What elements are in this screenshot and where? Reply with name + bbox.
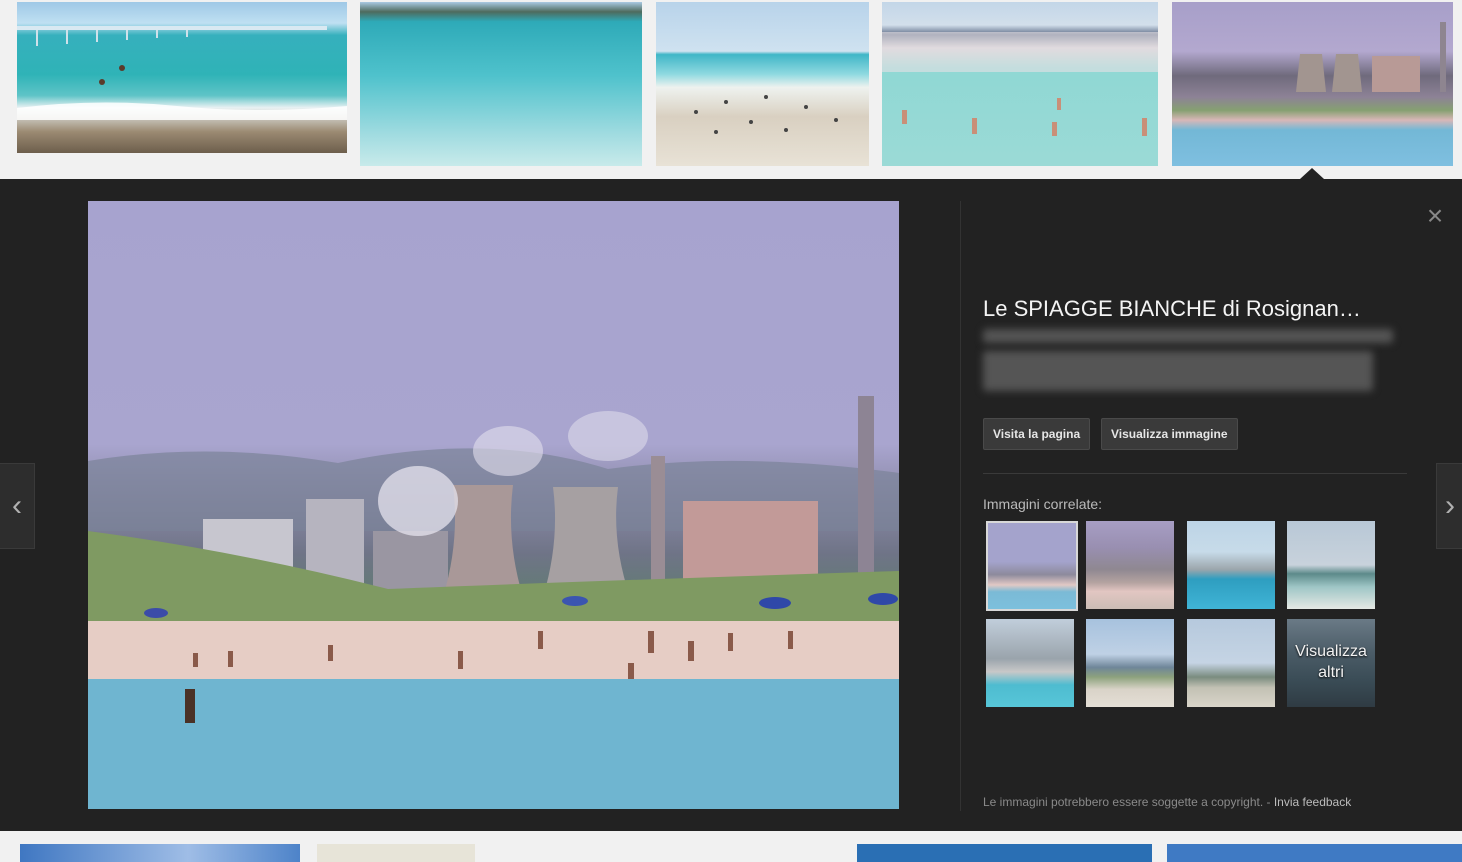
result-thumbnail[interactable] xyxy=(360,2,642,166)
related-image-thumbnail[interactable] xyxy=(1187,619,1275,707)
separator: - xyxy=(1263,795,1274,809)
result-thumbnail[interactable] xyxy=(317,844,475,862)
close-icon: × xyxy=(1426,200,1444,231)
result-thumbnail[interactable] xyxy=(17,2,347,153)
pier-graphic xyxy=(17,26,347,120)
panel-divider xyxy=(960,201,961,811)
view-more-label: Visualizza altri xyxy=(1295,643,1367,681)
chevron-left-icon: ‹ xyxy=(12,489,22,522)
main-image-graphic xyxy=(88,396,899,809)
chevron-right-icon: › xyxy=(1445,489,1455,522)
result-thumbnail[interactable] xyxy=(1172,2,1453,166)
related-image-thumbnail[interactable] xyxy=(986,619,1074,707)
section-divider xyxy=(983,473,1407,474)
related-images-label: Immagini correlate: xyxy=(983,496,1103,512)
related-image-thumbnail[interactable] xyxy=(986,521,1078,611)
main-image[interactable] xyxy=(88,201,899,809)
image-title[interactable]: Le SPIAGGE BIANCHE di Rosignan… xyxy=(983,296,1403,322)
copyright-notice: Le immagini potrebbero essere soggette a… xyxy=(983,795,1351,809)
related-image-thumbnail[interactable] xyxy=(1086,619,1174,707)
image-viewer-panel: ‹ × Le SPIAGGE BIANCHE di Rosignan… Visi… xyxy=(0,179,1462,831)
next-button[interactable]: › xyxy=(1436,463,1462,549)
selection-pointer xyxy=(1300,168,1324,179)
view-more-button[interactable]: Visualizza altri xyxy=(1287,619,1375,707)
previous-button[interactable]: ‹ xyxy=(0,463,35,549)
close-button[interactable]: × xyxy=(1422,200,1448,231)
result-thumbnail[interactable] xyxy=(656,2,869,166)
result-thumbnail[interactable] xyxy=(20,844,300,862)
factory-graphic xyxy=(1296,22,1446,92)
related-image-thumbnail[interactable] xyxy=(1287,521,1375,609)
blurred-metadata xyxy=(983,329,1393,343)
view-image-button[interactable]: Visualizza immagine xyxy=(1101,418,1238,450)
related-image-thumbnail[interactable] xyxy=(1187,521,1275,609)
result-thumbnail[interactable] xyxy=(857,844,1152,862)
related-image-thumbnail[interactable] xyxy=(1086,521,1174,609)
result-thumbnail[interactable] xyxy=(882,2,1158,166)
result-thumbnail[interactable] xyxy=(1167,844,1462,862)
crowd-graphic xyxy=(694,95,838,134)
visit-page-button[interactable]: Visita la pagina xyxy=(983,418,1091,450)
blurred-description xyxy=(983,351,1373,391)
send-feedback-link[interactable]: Invia feedback xyxy=(1274,795,1351,809)
copyright-text: Le immagini potrebbero essere soggette a… xyxy=(983,795,1264,809)
bathers-graphic xyxy=(882,32,1158,136)
